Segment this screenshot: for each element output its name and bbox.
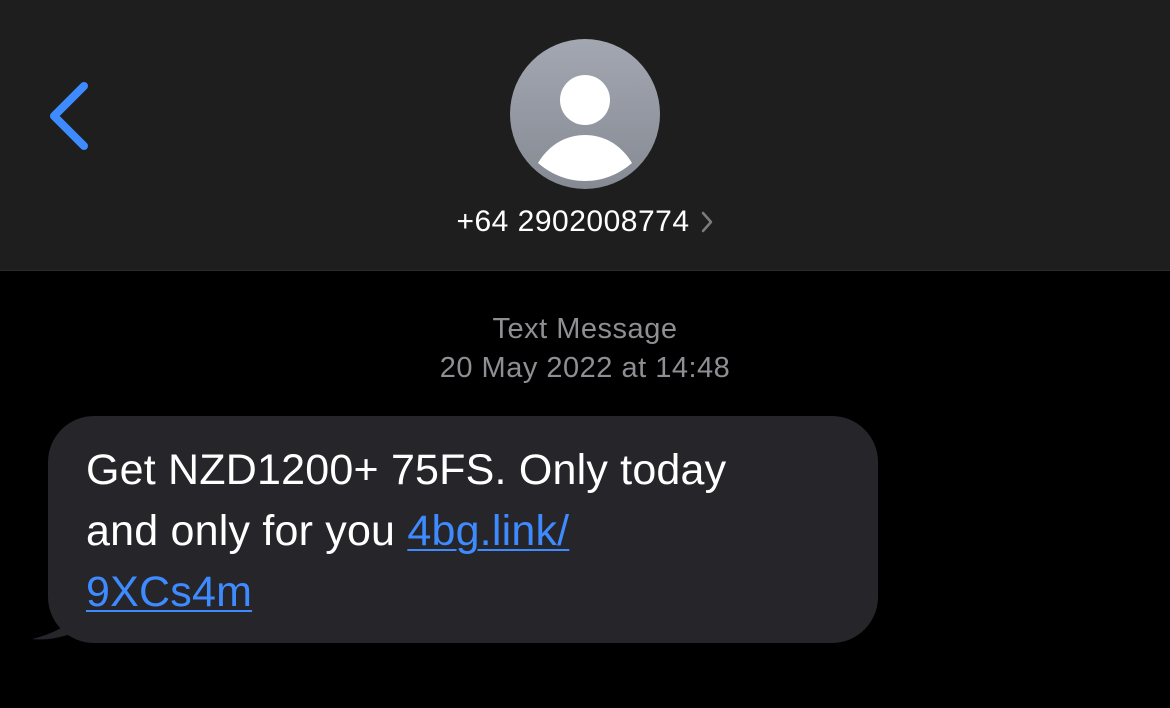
message-line-3: 9XCs4m: [86, 562, 840, 623]
message-link-part-1[interactable]: 4bg.link/: [407, 507, 569, 555]
messages-screen: +64 2902008774 Text Message 20 May 2022 …: [0, 0, 1170, 708]
message-line-1: Get NZD1200+ 75FS. Only today: [86, 446, 727, 494]
chevron-right-icon: [700, 210, 714, 234]
back-button[interactable]: [38, 74, 102, 158]
contact-number: +64 2902008774: [456, 205, 690, 238]
message-text: and only for you: [86, 507, 396, 555]
contact-avatar[interactable]: [510, 39, 660, 189]
timestamp-date: 20 May 2022: [439, 352, 613, 384]
message-line-2: and only for you 4bg.link/: [86, 501, 840, 562]
timestamp-at: at: [621, 352, 647, 384]
message-timestamp-header: Text Message 20 May 2022 at 14:48: [0, 310, 1170, 388]
message-link-part-2[interactable]: 9XCs4m: [86, 568, 252, 616]
chevron-left-icon: [50, 82, 88, 150]
message-bubble[interactable]: Get NZD1200+ 75FS. Only today and only f…: [48, 416, 878, 643]
incoming-message[interactable]: Get NZD1200+ 75FS. Only today and only f…: [30, 416, 890, 646]
contact-name-row[interactable]: +64 2902008774: [0, 200, 1170, 244]
service-label: Text Message: [492, 313, 678, 345]
timestamp: 20 May 2022 at 14:48: [0, 349, 1170, 388]
conversation-header: +64 2902008774: [0, 0, 1170, 271]
person-silhouette-icon: [538, 75, 632, 181]
timestamp-time: 14:48: [655, 352, 731, 384]
